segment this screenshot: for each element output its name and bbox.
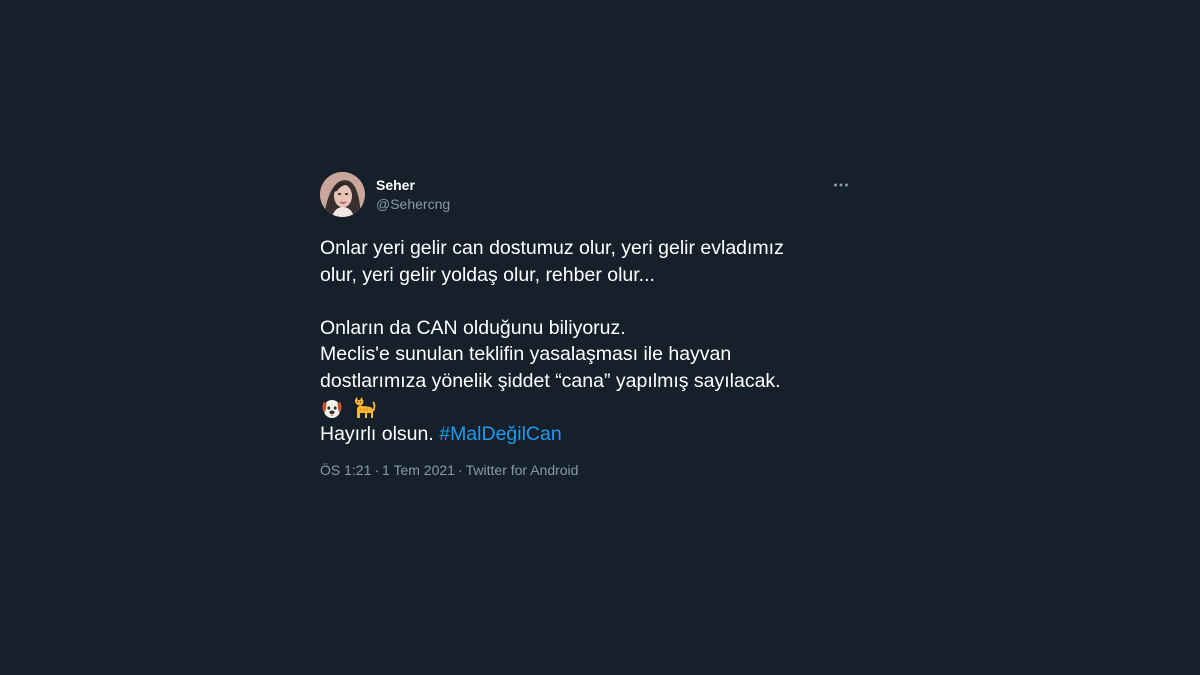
- tweet-text-line: Meclis'e sunulan teklifin yasalaşması il…: [320, 343, 732, 365]
- hashtag-link[interactable]: #MalDeğilCan: [439, 423, 561, 445]
- tweet-text-line: olur, yeri gelir yoldaş olur, rehber olu…: [320, 263, 655, 286]
- meta-separator: ·: [374, 462, 380, 478]
- emoji-row: [320, 394, 850, 421]
- tweet-metadata: ÖS 1:21 · 1 Tem 2021 · Twitter for Android: [320, 461, 850, 479]
- cat-emoji: [354, 396, 376, 418]
- user-block: Seher @Sehercng: [376, 177, 450, 212]
- tweet-text-line: dostlarımıza yönelik şiddet “cana” yapıl…: [320, 369, 781, 392]
- avatar[interactable]: [320, 172, 365, 217]
- tweet-text: Onlar yeri gelir can dostumuz olur, yeri…: [320, 235, 850, 447]
- more-horizontal-icon: [834, 183, 848, 187]
- closing-text: Hayırlı olsun.: [320, 422, 434, 445]
- meta-separator: ·: [457, 462, 463, 478]
- tweet-text-line: Onlar yeri gelir can dostumuz olur, yeri…: [320, 237, 784, 259]
- avatar-photo-icon: [320, 172, 365, 217]
- tweet-source[interactable]: Twitter for Android: [466, 462, 579, 478]
- tweet-time[interactable]: ÖS 1:21: [320, 462, 371, 478]
- dog-face-emoji: [322, 399, 342, 418]
- display-name[interactable]: Seher: [376, 177, 450, 193]
- more-options-button[interactable]: [832, 176, 850, 194]
- tweet-text-line: Onların da CAN olduğunu biliyoruz.: [320, 316, 626, 339]
- username[interactable]: @Sehercng: [376, 196, 450, 212]
- tweet-text-line: Hayırlı olsun. #MalDeğilCan: [320, 421, 850, 448]
- tweet-card: Seher @Sehercng Onlar yeri gelir can dos…: [320, 172, 850, 479]
- tweet-date[interactable]: 1 Tem 2021: [382, 462, 455, 478]
- tweet-header: Seher @Sehercng: [320, 172, 850, 218]
